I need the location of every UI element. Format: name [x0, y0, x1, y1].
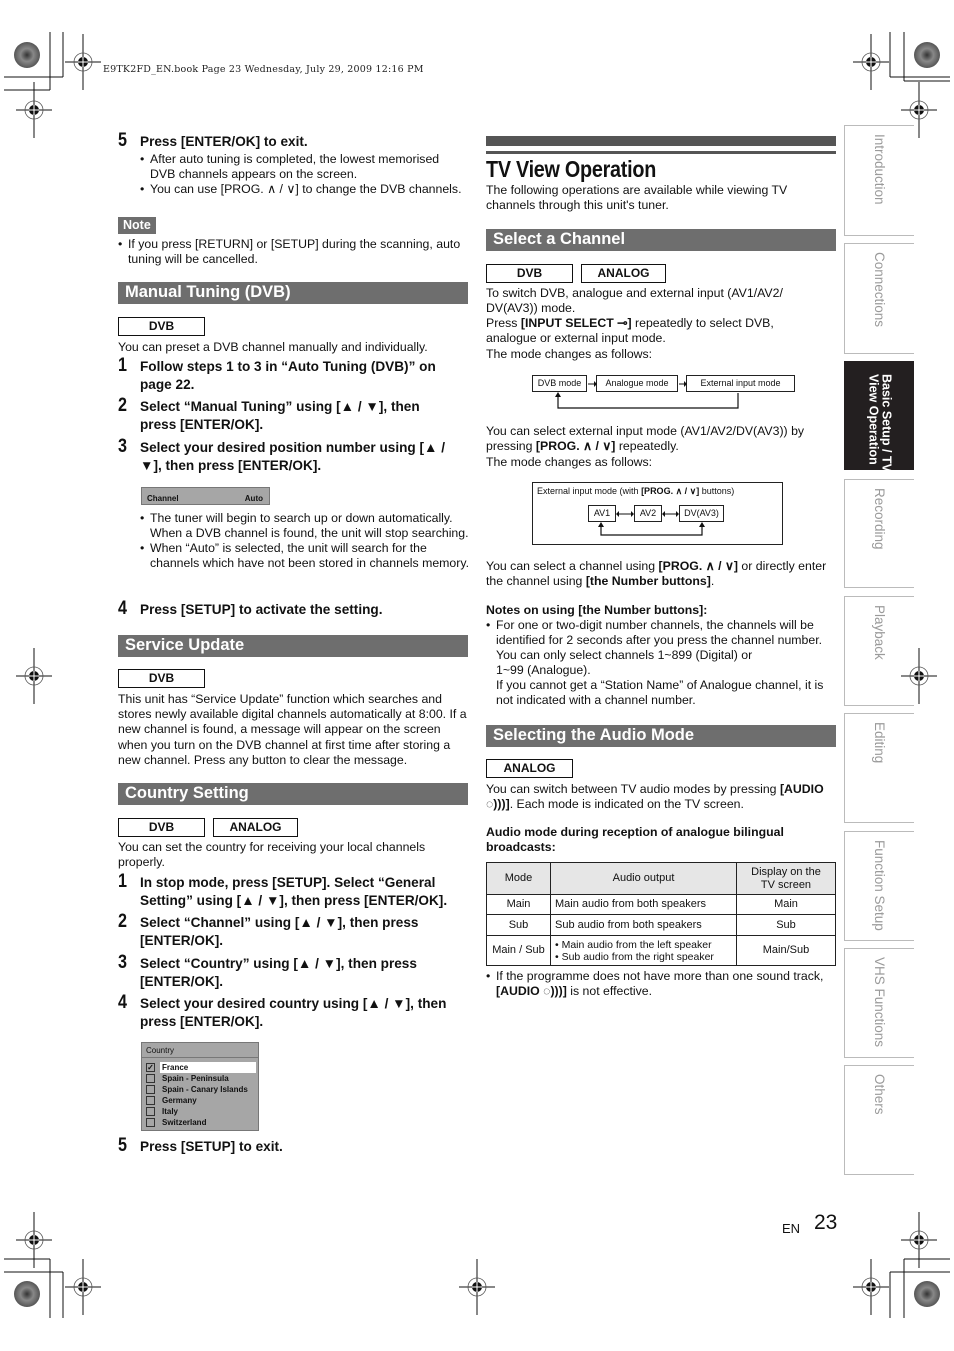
side-tab-others[interactable]: Others: [844, 1065, 914, 1175]
step5-bullets: After auto tuning is completed, the lowe…: [140, 152, 465, 197]
country-intro: You can set the country for receiving yo…: [118, 840, 426, 870]
side-tab-recording[interactable]: Recording: [844, 479, 914, 588]
tag-dvb: DVB: [118, 669, 205, 688]
table-row: Sub Sub audio from both speakers Sub: [486, 914, 836, 936]
arrow-up-icon: [555, 392, 561, 397]
country-list: ✓ France Spain - Peninsula Spain - Canary I…: [142, 1058, 258, 1128]
manual-bullets: The tuner will begin to search up or dow…: [140, 511, 470, 571]
color-target-icon: [14, 42, 40, 68]
section-audio-mode: Selecting the Audio Mode: [486, 725, 836, 747]
col-header-audio-output: Audio output: [550, 862, 737, 895]
section-country-setting: Country Setting: [118, 783, 468, 805]
title-rule: [486, 151, 836, 154]
tag-dvb: DVB: [118, 317, 205, 336]
country-osd-title: Country: [142, 1043, 258, 1058]
manual-tuning-intro: You can preset a DVB channel manually an…: [118, 340, 428, 354]
side-tab-basic-setup-tv-view-operation[interactable]: Basic Setup / TV View Operation: [844, 361, 914, 472]
select-channel-p4: You can select external input mode (AV1/…: [486, 424, 805, 454]
flow2-arrows: [598, 511, 705, 536]
arrow-up-icon: [598, 522, 604, 527]
page-intro: The following operations are available w…: [486, 183, 788, 213]
country-osd: Country ✓ France Spain - Peninsula Spain - …: [141, 1042, 259, 1131]
checkbox-icon[interactable]: [146, 1074, 155, 1083]
external-input-caption: External input mode (with [PROG. ∧ / ∨] …: [537, 486, 735, 496]
audio-mode-table: Mode Audio output Display on the TV scre…: [486, 862, 836, 966]
page-title: TV View Operation: [486, 156, 657, 182]
country-option[interactable]: Spain - Peninsula: [142, 1073, 258, 1084]
checkbox-icon[interactable]: [146, 1096, 155, 1105]
service-update-body: This unit has “Service Update” function …: [118, 692, 467, 767]
tag-dvb: DVB: [486, 264, 573, 283]
side-tab-introduction[interactable]: Introduction: [844, 125, 914, 236]
checkbox-checked-icon[interactable]: ✓: [146, 1063, 155, 1072]
tag-analog: ANALOG: [213, 818, 298, 837]
select-channel-p3: The mode changes as follows:: [486, 347, 653, 361]
notes-heading: Notes on using [the Number buttons]:: [486, 603, 708, 617]
country-option[interactable]: Germany: [142, 1095, 258, 1106]
title-bar-top: [486, 136, 836, 146]
side-tab-function-setup[interactable]: Function Setup: [844, 831, 914, 941]
arrow-right-icon: [594, 381, 597, 387]
tag-dvb: DVB: [118, 818, 205, 837]
page-number: 23: [814, 1211, 838, 1234]
col-header-mode: Mode: [486, 862, 551, 895]
notes-bullets: For one or two-digit number channels, th…: [486, 618, 836, 708]
audio-table-heading: Audio mode during reception of analogue …: [486, 825, 784, 855]
audio-mode-p1: You can switch between TV audio modes by…: [486, 782, 824, 812]
select-channel-p5: The mode changes as follows:: [486, 455, 653, 469]
channel-osd: Channel Auto: [141, 487, 270, 505]
section-select-channel: Select a Channel: [486, 229, 836, 251]
country-option[interactable]: ✓ France: [142, 1062, 258, 1073]
footer-lang: EN: [782, 1221, 801, 1236]
note-label: Note: [118, 217, 156, 234]
side-tab-editing[interactable]: Editing: [844, 713, 914, 823]
checkbox-icon[interactable]: [146, 1107, 155, 1116]
table-row: Main Main audio from both speakers Main: [486, 894, 836, 915]
tag-analog: ANALOG: [581, 264, 666, 283]
arrow-right-icon: [684, 381, 687, 387]
arrow-up-icon: [699, 522, 705, 527]
checkbox-icon[interactable]: [146, 1085, 155, 1094]
arrow-bidirectional-icon: [676, 511, 679, 517]
note-bullets: If you press [RETURN] or [SETUP] during …: [118, 237, 463, 267]
country-option[interactable]: Switzerland: [142, 1117, 258, 1128]
side-tab-playback[interactable]: Playback: [844, 596, 914, 706]
section-manual-tuning: Manual Tuning (DVB): [118, 282, 468, 304]
side-tab-vhs-functions[interactable]: VHS Functions: [844, 948, 914, 1058]
section-service-update: Service Update: [118, 635, 468, 657]
side-tab-connections[interactable]: Connections: [844, 243, 914, 354]
checkbox-icon[interactable]: [146, 1118, 155, 1127]
audio-footnote: If the programme does not have more than…: [486, 969, 836, 999]
flow1-arrows: [555, 381, 739, 409]
table-row: Main / Sub • Main audio from the left sp…: [486, 935, 836, 966]
select-channel-p2: Press [INPUT SELECT ⊸] repeatedly to sel…: [486, 316, 774, 346]
country-option[interactable]: Spain - Canary Islands: [142, 1084, 258, 1095]
tag-analog: ANALOG: [486, 759, 573, 778]
select-channel-p6: You can select a channel using [PROG. ∧ …: [486, 559, 827, 589]
col-header-display: Display on the TV screen: [736, 862, 836, 895]
country-option[interactable]: Italy: [142, 1106, 258, 1117]
select-channel-p1: To switch DVB, analogue and external inp…: [486, 286, 783, 316]
arrow-bidirectional-icon: [631, 511, 634, 517]
